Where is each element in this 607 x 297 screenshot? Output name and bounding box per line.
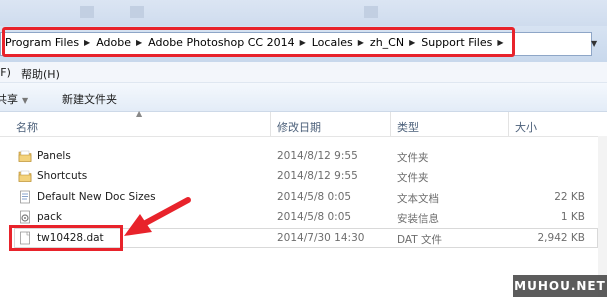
setup-info-icon	[20, 210, 30, 224]
toolbar: 共享 ▼ 新建文件夹	[0, 83, 607, 112]
column-divider[interactable]	[270, 112, 271, 136]
chevron-right-icon[interactable]: ▶	[409, 38, 415, 47]
menu-bar: (F) 帮助(H)	[0, 62, 607, 83]
title-bar	[0, 0, 607, 26]
column-type[interactable]: 类型	[397, 119, 419, 135]
title-bar-icon	[130, 6, 144, 18]
file-date: 2014/8/12 9:55	[277, 150, 358, 162]
breadcrumb-item[interactable]: Program Files ▶	[5, 36, 96, 49]
column-divider[interactable]	[508, 112, 509, 136]
breadcrumb: Program Files ▶ Adobe ▶ Adobe Photoshop CC…	[5, 36, 510, 49]
column-name[interactable]: 名称	[16, 119, 38, 135]
list-item[interactable]: pack 2014/5/8 0:05 安装信息 1 KB	[0, 207, 607, 227]
file-date: 2014/5/8 0:05	[277, 211, 352, 223]
folder-icon	[18, 170, 32, 182]
file-type: 文本文档	[397, 193, 439, 205]
address-bar: Program Files ▶ Adobe ▶ Adobe Photoshop CC…	[0, 26, 607, 62]
file-size: 2,942 KB	[537, 232, 586, 244]
breadcrumb-item[interactable]: Adobe Photoshop CC 2014 ▶	[148, 36, 312, 49]
chevron-down-icon: ▼	[22, 96, 29, 105]
file-type: 安装信息	[397, 213, 439, 225]
share-button[interactable]: 共享 ▼	[0, 91, 28, 107]
column-header: ▲ 名称 修改日期 类型 大小	[0, 109, 607, 137]
file-name: Shortcuts	[37, 170, 88, 182]
watermark: MUHOU.NET	[513, 275, 607, 297]
breadcrumb-item[interactable]: Support Files ▶	[421, 36, 509, 49]
scrollbar[interactable]	[598, 136, 607, 297]
file-name: Panels	[37, 150, 71, 162]
menu-help[interactable]: 帮助(H)	[21, 66, 60, 82]
chevron-right-icon[interactable]: ▶	[497, 38, 503, 47]
file-type: 文件夹	[397, 172, 429, 184]
sort-ascending-icon: ▲	[136, 109, 143, 118]
breadcrumb-item[interactable]: Locales ▶	[312, 36, 370, 49]
file-size: 22 KB	[554, 191, 585, 203]
file-size: 1 KB	[560, 211, 585, 223]
chevron-right-icon[interactable]: ▶	[300, 38, 306, 47]
dat-file-icon	[20, 231, 30, 245]
list-item-selected[interactable]: tw10428.dat 2014/7/30 14:30 DAT 文件 2,942…	[0, 228, 607, 248]
chevron-right-icon[interactable]: ▶	[136, 38, 142, 47]
breadcrumb-item[interactable]: Adobe ▶	[96, 36, 148, 49]
chevron-right-icon[interactable]: ▶	[358, 38, 364, 47]
list-item[interactable]: Default New Doc Sizes 2014/5/8 0:05 文本文档…	[0, 187, 607, 207]
column-date[interactable]: 修改日期	[277, 119, 321, 135]
new-folder-button[interactable]: 新建文件夹	[62, 91, 117, 107]
file-name: pack	[37, 211, 62, 223]
file-type: 文件夹	[397, 152, 429, 164]
file-date: 2014/7/30 14:30	[277, 232, 365, 244]
text-document-icon	[20, 190, 30, 204]
file-name: tw10428.dat	[37, 232, 104, 244]
chevron-right-icon[interactable]: ▶	[84, 38, 90, 47]
title-bar-icon	[80, 6, 94, 18]
file-name: Default New Doc Sizes	[37, 191, 156, 203]
address-dropdown-icon[interactable]: ▼	[591, 39, 597, 48]
file-date: 2014/8/12 9:55	[277, 170, 358, 182]
file-type: DAT 文件	[397, 234, 443, 246]
breadcrumb-item[interactable]: zh_CN ▶	[370, 36, 421, 49]
folder-icon	[18, 150, 32, 162]
menu-file[interactable]: (F)	[0, 66, 11, 79]
column-size[interactable]: 大小	[515, 119, 537, 135]
list-item[interactable]: Panels 2014/8/12 9:55 文件夹	[0, 146, 607, 166]
title-bar-icon	[364, 6, 378, 18]
column-divider[interactable]	[390, 112, 391, 136]
file-date: 2014/5/8 0:05	[277, 191, 352, 203]
list-item[interactable]: Shortcuts 2014/8/12 9:55 文件夹	[0, 166, 607, 186]
